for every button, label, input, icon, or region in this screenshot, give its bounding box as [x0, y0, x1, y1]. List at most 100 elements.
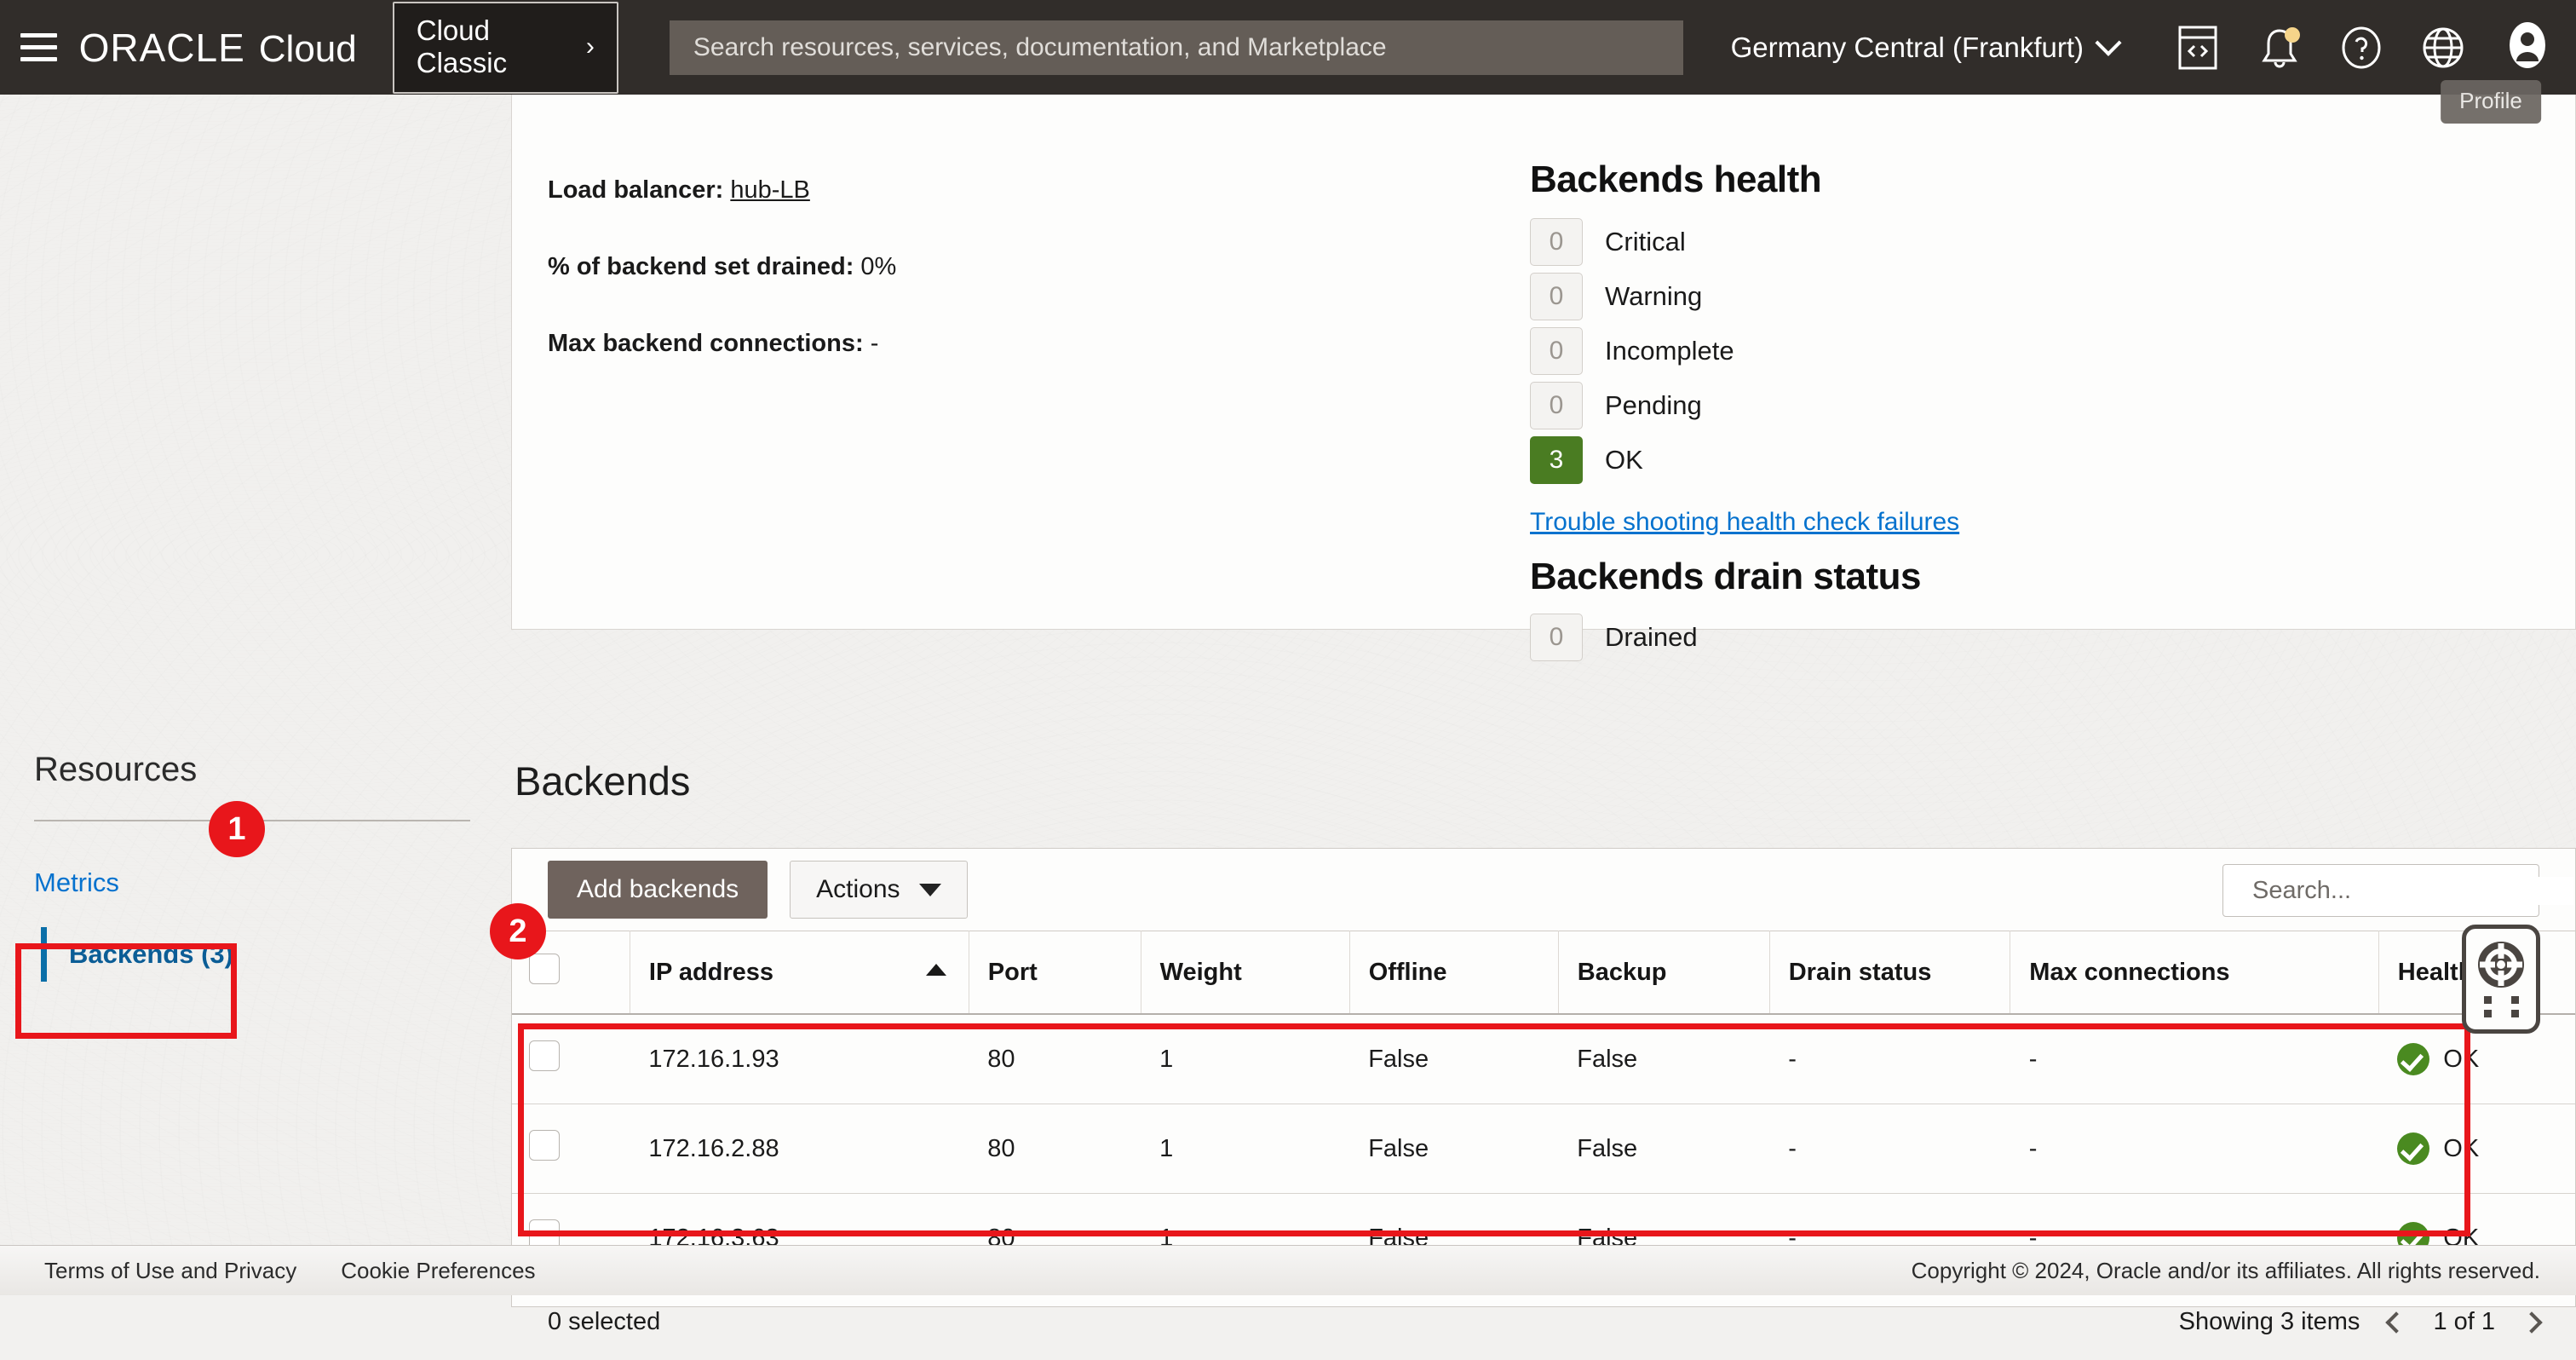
column-label-ip-address: IP address	[649, 959, 773, 986]
annotation-badge-1: 1	[209, 801, 265, 857]
health-row: 0 Pending	[1530, 382, 2297, 429]
max-backend-connections-field: Max backend connections: -	[548, 330, 896, 358]
drag-dots-icon[interactable]	[2484, 996, 2519, 1017]
bell-icon[interactable]	[2257, 26, 2302, 70]
hamburger-icon[interactable]	[20, 32, 57, 63]
cell-weight: 1	[1141, 1014, 1349, 1104]
health-status-text: OK	[2443, 1046, 2479, 1074]
backends-drain-status-title: Backends drain status	[1530, 556, 2297, 598]
detail-fields: Load balancer: hub-LB % of backend set d…	[548, 176, 896, 406]
drain-row: 0 Drained	[1530, 614, 2297, 661]
backends-table-toolbar: Add backends Actions	[512, 849, 2575, 931]
row-checkbox[interactable]	[529, 1040, 560, 1071]
health-status-text: OK	[2443, 1135, 2479, 1163]
drained-percent-field: % of backend set drained: 0%	[548, 253, 896, 281]
health-row: 0 Incomplete	[1530, 327, 2297, 375]
cell-offline: False	[1349, 1104, 1558, 1194]
health-count-incomplete: 0	[1530, 327, 1583, 375]
table-row[interactable]: 172.16.1.93 80 1 False False - - OK	[512, 1014, 2575, 1104]
sort-ascending-icon	[926, 964, 946, 976]
backend-set-detail-card: Load balancer: hub-LB % of backend set d…	[511, 95, 2576, 630]
cell-backup: False	[1558, 1104, 1769, 1194]
add-backends-button[interactable]: Add backends	[548, 861, 768, 919]
chevron-right-icon: ›	[586, 32, 595, 61]
row-select-cell[interactable]	[512, 1104, 630, 1194]
code-icon[interactable]	[2176, 26, 2220, 70]
pagination: Showing 3 items 1 of 1	[2179, 1308, 2539, 1336]
page-footer: Terms of Use and Privacy Cookie Preferen…	[0, 1245, 2576, 1295]
previous-page-icon[interactable]	[2386, 1311, 2407, 1333]
row-checkbox[interactable]	[529, 1130, 560, 1161]
cell-max-connections: -	[2010, 1104, 2379, 1194]
select-all-checkbox[interactable]	[529, 954, 560, 984]
column-header-drain-status[interactable]: Drain status	[1769, 931, 2010, 1015]
table-header-row: IP address Port Weight Offline Backup Dr…	[512, 931, 2575, 1015]
globe-icon[interactable]	[2421, 26, 2465, 70]
health-label-critical: Critical	[1605, 227, 1686, 257]
cloud-classic-button[interactable]: Cloud Classic ›	[393, 2, 618, 94]
cell-weight: 1	[1141, 1104, 1349, 1194]
sidebar-item-backends[interactable]: Backends (3)	[41, 927, 477, 982]
table-row[interactable]: 172.16.2.88 80 1 False False - - OK	[512, 1104, 2575, 1194]
cell-port: 80	[969, 1014, 1141, 1104]
load-balancer-label: Load balancer:	[548, 176, 723, 204]
health-ok-icon	[2397, 1043, 2429, 1075]
health-ok-icon	[2397, 1132, 2429, 1165]
cookie-preferences-link[interactable]: Cookie Preferences	[341, 1258, 535, 1284]
table-search-input[interactable]	[2252, 877, 2573, 905]
cloud-classic-label: Cloud Classic	[417, 14, 574, 79]
health-label-pending: Pending	[1605, 390, 1702, 421]
profile-avatar-icon[interactable]	[2503, 20, 2552, 74]
header-icon-group	[2176, 26, 2465, 70]
help-icon[interactable]	[2339, 26, 2383, 70]
resources-sidebar: Resources Metrics Backends (3)	[34, 751, 477, 982]
region-selector[interactable]: Germany Central (Frankfurt)	[1731, 32, 2118, 64]
health-count-critical: 0	[1530, 218, 1583, 266]
cell-health: OK	[2378, 1104, 2575, 1194]
backends-section-title: Backends	[515, 758, 690, 804]
load-balancer-field: Load balancer: hub-LB	[548, 176, 896, 205]
cell-drain-status: -	[1769, 1104, 2010, 1194]
global-search-input[interactable]	[670, 20, 1683, 75]
troubleshoot-health-check-link[interactable]: Trouble shooting health check failures	[1530, 508, 1959, 537]
column-header-backup[interactable]: Backup	[1558, 931, 1769, 1015]
drained-percent-label: % of backend set drained:	[548, 253, 854, 280]
next-page-icon[interactable]	[2521, 1311, 2542, 1333]
annotation-badge-2: 2	[490, 903, 546, 959]
column-header-max-connections[interactable]: Max connections	[2010, 931, 2379, 1015]
column-header-port[interactable]: Port	[969, 931, 1141, 1015]
drained-percent-value: 0%	[860, 253, 896, 280]
backends-table: IP address Port Weight Offline Backup Dr…	[512, 931, 2575, 1283]
column-header-weight[interactable]: Weight	[1141, 931, 1349, 1015]
health-label-warning: Warning	[1605, 281, 1702, 312]
cell-drain-status: -	[1769, 1014, 2010, 1104]
top-header: ORACLE Cloud Cloud Classic › Germany Cen…	[0, 0, 2576, 95]
cell-max-connections: -	[2010, 1014, 2379, 1104]
max-backend-connections-value: -	[871, 330, 879, 357]
row-select-cell[interactable]	[512, 1014, 630, 1104]
sidebar-item-metrics[interactable]: Metrics	[34, 867, 477, 898]
copyright-text: Copyright © 2024, Oracle and/or its affi…	[1912, 1258, 2540, 1284]
region-label: Germany Central (Frankfurt)	[1731, 32, 2084, 64]
selected-count-text: 0 selected	[548, 1308, 660, 1336]
profile-tooltip: Profile	[2441, 80, 2541, 124]
actions-button[interactable]: Actions	[790, 861, 967, 919]
terms-of-use-link[interactable]: Terms of Use and Privacy	[44, 1258, 296, 1284]
load-balancer-link[interactable]: hub-LB	[730, 176, 810, 204]
drain-label-drained: Drained	[1605, 622, 1698, 653]
table-search-box[interactable]	[2222, 864, 2539, 917]
drain-count-drained: 0	[1530, 614, 1583, 661]
backends-health-title: Backends health	[1530, 158, 2297, 201]
column-header-ip-address[interactable]: IP address	[630, 931, 969, 1015]
cell-ip-address: 172.16.1.93	[630, 1014, 969, 1104]
column-header-offline[interactable]: Offline	[1349, 931, 1558, 1015]
support-widget[interactable]	[2462, 925, 2540, 1034]
brand-logo[interactable]: ORACLE Cloud	[79, 25, 357, 71]
health-count-ok: 3	[1530, 436, 1583, 484]
health-count-pending: 0	[1530, 382, 1583, 429]
resources-title: Resources	[34, 751, 477, 789]
health-row: 0 Critical	[1530, 218, 2297, 266]
backends-table-card: Add backends Actions	[511, 848, 2576, 1307]
cell-offline: False	[1349, 1014, 1558, 1104]
notification-badge-dot	[2285, 27, 2300, 43]
